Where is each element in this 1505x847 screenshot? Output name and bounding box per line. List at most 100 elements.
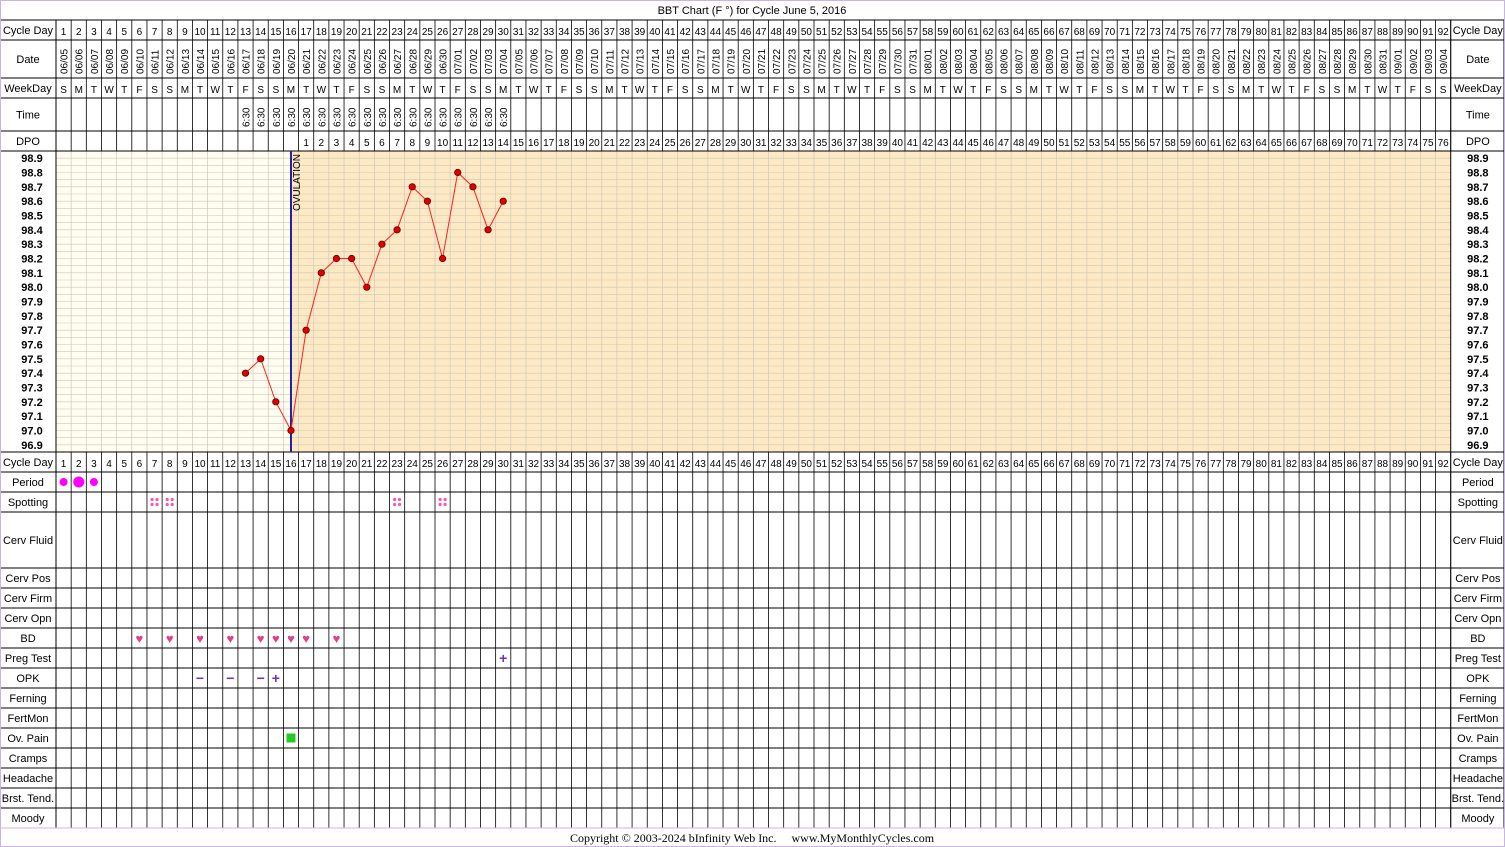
weekday-cell: T — [1258, 85, 1264, 96]
symptom-label-left: Ferning — [9, 693, 46, 705]
weekday-cell: T — [546, 85, 552, 96]
dpo-cell: 38 — [861, 138, 873, 149]
cycle-day-number-lower: 88 — [1377, 459, 1389, 470]
time-cell: 6:30 — [393, 107, 404, 127]
cycle-day-number-lower: 11 — [210, 459, 221, 470]
date-cell: 06/12 — [166, 49, 177, 74]
cycle-day-number: 26 — [437, 27, 449, 38]
spotting-dot — [398, 502, 402, 507]
spotting-dot — [443, 497, 447, 502]
weekday-cell: T — [333, 85, 339, 96]
cycle-day-number-lower: 62 — [983, 459, 995, 470]
cycle-day-number: 37 — [604, 27, 616, 38]
date-cell: 07/23 — [787, 49, 798, 74]
bd-heart: ♥ — [302, 631, 310, 646]
date-cell: 06/05 — [60, 49, 71, 74]
symptom-label-right: BD — [1470, 633, 1485, 645]
temp-axis-tick-left: 98.6 — [21, 196, 42, 208]
weekday-cell: S — [1334, 85, 1341, 96]
dpo-cell: 37 — [846, 138, 858, 149]
date-cell: 08/24 — [1272, 49, 1283, 74]
cycle-day-number-lower: 44 — [710, 459, 722, 470]
cycle-day-number-lower: 59 — [937, 459, 949, 470]
date-cell: 09/03 — [1424, 49, 1435, 74]
temp-point — [241, 369, 250, 377]
date-cell: 08/17 — [1166, 49, 1177, 74]
dpo-cell: 15 — [513, 138, 525, 149]
temp-point — [287, 426, 295, 435]
weekday-cell: T — [940, 85, 946, 96]
cycle-day-number: 1 — [61, 27, 67, 38]
bd-heart: ♥ — [136, 631, 144, 646]
opk-result: − — [226, 670, 234, 686]
date-cell: 06/14 — [196, 49, 207, 74]
cycle-day-number-lower: 41 — [664, 459, 676, 470]
symptom-label-left: Moody — [11, 813, 45, 825]
bd-heart: ♥ — [287, 631, 295, 646]
cycle-day-number-lower: 69 — [1089, 459, 1101, 470]
weekday-cell: T — [121, 85, 127, 96]
date-cell: 07/01 — [454, 49, 465, 74]
weekday-cell: T — [1288, 85, 1294, 96]
symptom-label-right: Ov. Pain — [1457, 733, 1498, 745]
spotting-dot — [393, 497, 397, 502]
date-cell: 06/26 — [378, 49, 389, 74]
dpo-cell: 49 — [1028, 138, 1040, 149]
cycle-day-number-lower: 86 — [1347, 459, 1359, 470]
temp-axis-tick-right: 98.4 — [1467, 225, 1489, 237]
weekday-cell: F — [1091, 85, 1097, 96]
bd-heart: ♥ — [272, 631, 280, 646]
weekday-cell: S — [272, 85, 279, 96]
date-cell: 07/13 — [636, 49, 647, 74]
dpo-cell: 16 — [528, 138, 540, 149]
dpo-label-right: DPO — [1466, 136, 1490, 148]
weekday-cell: T — [1395, 85, 1401, 96]
date-cell: 08/23 — [1257, 49, 1268, 74]
cycle-day-number-lower: 82 — [1286, 459, 1298, 470]
dpo-cell: 28 — [710, 138, 722, 149]
cycle-day-number: 78 — [1225, 27, 1237, 38]
weekday-cell: F — [879, 85, 885, 96]
cycle-day-number: 56 — [892, 27, 904, 38]
cycle-day-number: 4 — [106, 27, 112, 38]
date-cell: 07/24 — [802, 49, 813, 74]
dpo-cell: 25 — [664, 138, 676, 149]
weekday-cell: S — [379, 85, 386, 96]
opk-result: − — [257, 670, 265, 686]
dpo-cell: 36 — [831, 138, 843, 149]
dpo-cell: 31 — [755, 138, 767, 149]
cycle-day-number: 57 — [907, 27, 919, 38]
weekday-cell: T — [197, 85, 203, 96]
weekday-cell: F — [561, 85, 567, 96]
period-dot — [73, 476, 85, 488]
cycle-day-number-lower: 29 — [482, 459, 494, 470]
cycle-day-number-lower: 57 — [907, 459, 919, 470]
date-cell: 07/31 — [909, 49, 920, 74]
dpo-cell: 71 — [1362, 138, 1374, 149]
cycle-day-number: 43 — [695, 27, 707, 38]
cycle-day-number-lower: 8 — [167, 459, 173, 470]
weekday-cell: S — [257, 85, 264, 96]
dpo-label-left: DPO — [16, 136, 40, 148]
weekday-cell: S — [1228, 85, 1235, 96]
cycle-day-number: 23 — [392, 27, 404, 38]
date-cell: 07/04 — [499, 49, 510, 74]
date-cell: 08/27 — [1318, 49, 1329, 74]
ov-pain-mark — [286, 733, 296, 743]
symptom-label-left: Cerv Opn — [4, 613, 51, 625]
dpo-cell: 45 — [968, 138, 980, 149]
cycle-day-number: 65 — [1028, 27, 1040, 38]
date-cell: 07/21 — [757, 49, 768, 74]
cycle-day-number: 71 — [1119, 27, 1131, 38]
cycle-day-number: 63 — [998, 27, 1010, 38]
cycle-day-number-lower: 28 — [467, 459, 479, 470]
chart-title: BBT Chart (F °) for Cycle June 5, 2016 — [658, 5, 847, 17]
weekday-cell: M — [181, 85, 189, 96]
time-cell: 6:30 — [363, 107, 374, 127]
time-cell: 6:30 — [439, 107, 450, 127]
cycle-day-number: 86 — [1347, 27, 1359, 38]
cycle-day-number: 91 — [1422, 27, 1434, 38]
weekday-cell: T — [1046, 85, 1052, 96]
date-cell: 06/20 — [287, 49, 298, 74]
cycle-day-number-lower: 25 — [422, 459, 434, 470]
